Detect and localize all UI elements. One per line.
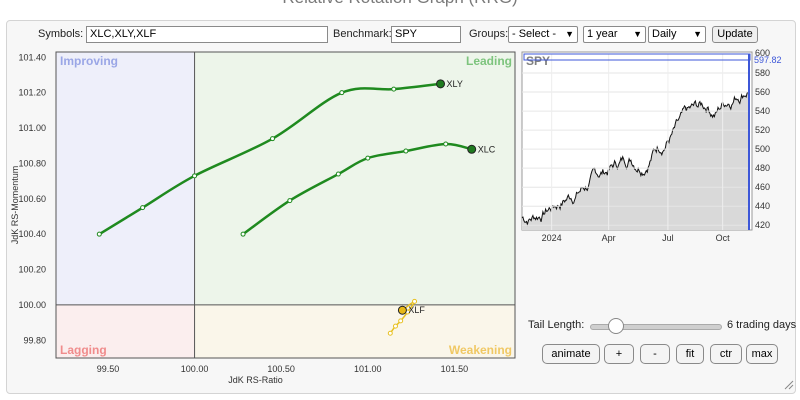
spy-y-tick: 520 (755, 125, 770, 135)
series-label: XLY (447, 79, 463, 89)
series-label: XLC (478, 144, 496, 154)
page-title: Relative Rotation Graph (RRG) (0, 0, 800, 8)
spy-x-tick: Jul (662, 233, 674, 243)
tail-length-slider-handle[interactable] (608, 318, 624, 334)
series-label: XLF (408, 305, 425, 315)
groups-select-value: - Select - (512, 28, 557, 40)
spy-y-tick: 420 (755, 220, 770, 230)
tail-point (96, 231, 102, 237)
spy-y-tick: 580 (755, 68, 770, 78)
x-axis-label: JdK RS-Ratio (228, 375, 283, 385)
center-button[interactable]: ctr (710, 344, 742, 364)
y-tick-label: 101.40 (18, 52, 46, 62)
lagging-label: Lagging (60, 343, 107, 357)
leading-label: Leading (466, 54, 512, 68)
x-tick-label: 99.50 (97, 364, 120, 374)
tail-point (140, 205, 146, 211)
spy-last-value: 597.82 (754, 55, 782, 65)
animate-button[interactable]: animate (542, 344, 600, 364)
frequency-select[interactable]: Daily ▼ (648, 26, 706, 43)
chevron-down-icon: ▼ (693, 29, 702, 39)
frequency-select-value: Daily (652, 28, 677, 40)
y-tick-label: 99.80 (23, 335, 46, 345)
spy-y-tick: 560 (755, 87, 770, 97)
rrg-chart[interactable]: Improving Leading Lagging Weakening 99.5… (0, 40, 520, 400)
y-tick-label: 100.80 (18, 158, 46, 168)
tail-length-value: 6 trading days (727, 319, 797, 331)
tail-point (443, 141, 449, 147)
tail-point (270, 136, 276, 142)
symbols-label: Symbols: (38, 28, 84, 40)
zoom-out-button[interactable]: - (640, 344, 670, 364)
current-point-xly[interactable] (436, 79, 446, 89)
spy-x-tick: 2024 (542, 233, 562, 243)
spy-y-tick: 540 (755, 106, 770, 116)
y-tick-label: 101.00 (18, 123, 46, 133)
y-axis-label: JdK RS-Momentum (10, 166, 20, 245)
current-point-xlc[interactable] (467, 144, 477, 154)
benchmark-label: Benchmark: (333, 28, 392, 40)
weakening-label: Weakening (449, 343, 512, 357)
tail-point (391, 86, 397, 92)
x-tick-label: 100.50 (267, 364, 295, 374)
update-button[interactable]: Update (712, 26, 758, 43)
tail-point (192, 173, 198, 179)
chevron-down-icon: ▼ (633, 29, 642, 39)
y-tick-label: 101.20 (18, 88, 46, 98)
max-button[interactable]: max (746, 344, 778, 364)
spy-y-tick: 440 (755, 201, 770, 211)
y-tick-label: 100.20 (18, 265, 46, 275)
y-tick-label: 100.60 (18, 194, 46, 204)
period-select-value: 1 year (587, 28, 618, 40)
tail-point (287, 198, 293, 204)
improving-label: Improving (60, 54, 118, 68)
spy-y-tick: 460 (755, 182, 770, 192)
tail-point (365, 155, 371, 161)
spy-title: SPY (526, 54, 550, 68)
spy-y-tick: 480 (755, 163, 770, 173)
groups-label: Groups: (469, 28, 509, 40)
x-tick-label: 101.50 (441, 364, 469, 374)
resize-handle-icon[interactable] (784, 380, 794, 390)
y-tick-label: 100.40 (18, 229, 46, 239)
y-tick-label: 100.00 (18, 300, 46, 310)
tail-point (392, 323, 398, 329)
tail-point (412, 298, 418, 304)
tail-length-label: Tail Length: (528, 319, 585, 331)
current-point-xlf[interactable] (397, 305, 407, 315)
tail-point (398, 318, 404, 324)
chevron-down-icon: ▼ (565, 29, 574, 39)
tail-point (335, 171, 341, 177)
tail-point (387, 330, 393, 336)
fit-button[interactable]: fit (676, 344, 704, 364)
spy-y-tick: 500 (755, 144, 770, 154)
tail-point (240, 231, 246, 237)
zoom-in-button[interactable]: + (604, 344, 634, 364)
spy-x-tick: Oct (716, 233, 731, 243)
improving-quadrant (56, 52, 195, 305)
x-tick-label: 101.00 (354, 364, 382, 374)
period-select[interactable]: 1 year ▼ (583, 26, 646, 43)
tail-point (339, 90, 345, 96)
spy-x-tick: Apr (602, 233, 616, 243)
spy-price-chart: 580 560 540 520 500 480 460 440 420 2024 Apr Jul Oc… (521, 48, 782, 243)
tail-point (403, 148, 409, 154)
x-tick-label: 100.00 (181, 364, 209, 374)
